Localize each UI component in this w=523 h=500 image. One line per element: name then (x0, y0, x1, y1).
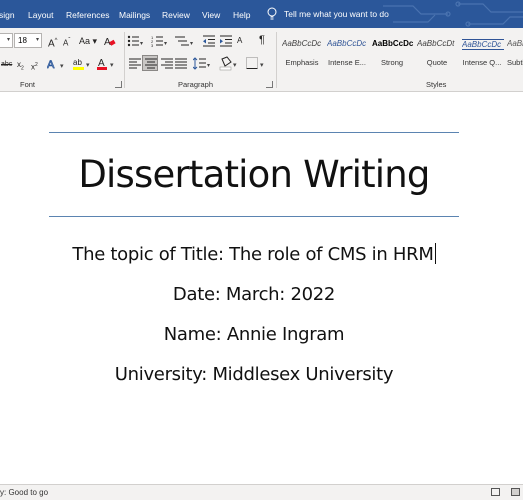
style-emphasis[interactable]: AaBbCcDc Emphasis (280, 31, 324, 77)
paragraph-group-label: Paragraph (178, 80, 214, 89)
font-name-dropdown[interactable]: ▾ (0, 33, 13, 48)
tab-review[interactable]: Review (162, 10, 190, 20)
justify-icon[interactable] (175, 58, 187, 69)
sort-icon[interactable]: A (237, 35, 242, 47)
chevron-down-icon: ▾ (35, 37, 39, 43)
tab-view[interactable]: View (202, 10, 220, 20)
svg-text:▾: ▾ (140, 41, 143, 47)
circuit-pattern-icon (383, 1, 523, 27)
font-size-value: 18 (18, 36, 27, 45)
tab-mailings[interactable]: Mailings (119, 10, 150, 20)
svg-text:A: A (47, 59, 55, 71)
topic-line-text: The topic of Title: The role of CMS in H… (72, 244, 434, 265)
ribbon-tab-bar: sign Layout References Mailings Review V… (0, 0, 523, 28)
svg-text:▾: ▾ (260, 62, 264, 69)
decrease-indent-icon[interactable] (203, 35, 216, 47)
increase-indent-icon[interactable] (220, 35, 233, 47)
font-group-label: Font (20, 80, 36, 89)
superscript-icon[interactable]: x2 (31, 59, 38, 74)
title-bottom-border (49, 216, 459, 217)
lightbulb-icon (267, 7, 277, 20)
font-dialog-launcher[interactable] (115, 81, 122, 88)
svg-text:▾: ▾ (164, 41, 167, 47)
paragraph-dialog-launcher[interactable] (266, 81, 273, 88)
align-center-button[interactable] (142, 55, 158, 71)
topic-line[interactable]: The topic of Title: The role of CMS in H… (49, 243, 459, 265)
style-strong[interactable]: AaBbCcDc Strong (370, 31, 414, 77)
svg-text:▾: ▾ (110, 62, 114, 69)
svg-text:▾: ▾ (207, 63, 210, 69)
style-intense-emphasis[interactable]: AaBbCcDc Intense E... (325, 31, 369, 77)
group-divider (124, 32, 125, 88)
svg-text:▾: ▾ (60, 63, 64, 70)
numbering-icon[interactable]: 123 ▾ (151, 35, 169, 47)
text-effects-icon[interactable]: A ▾ (47, 57, 69, 71)
style-name: Strong (380, 58, 404, 67)
styles-gallery: AaBbCcDc Emphasis AaBbCcDc Intense E... … (280, 31, 523, 77)
svg-text:▾: ▾ (190, 41, 193, 47)
multilevel-list-icon[interactable]: ▾ (175, 35, 195, 47)
font-size-dropdown[interactable]: 18 ▾ (14, 33, 42, 48)
tab-layout[interactable]: Layout (28, 10, 54, 20)
style-name: Emphasis (285, 58, 319, 67)
style-sample: AaBb (507, 39, 523, 48)
styles-group-label: Styles (426, 80, 447, 89)
align-right-icon[interactable] (161, 58, 173, 69)
status-bar: y: Good to go (0, 484, 523, 500)
change-case-icon[interactable]: Aa ▾ (79, 35, 97, 47)
line-spacing-icon[interactable]: ▾ (193, 57, 213, 70)
borders-icon[interactable]: ▾ (246, 57, 268, 70)
style-sample: AaBbCcDc (327, 39, 367, 48)
svg-text:3: 3 (151, 43, 154, 47)
style-quote[interactable]: AaBbCcDt Quote (415, 31, 459, 77)
group-divider (276, 32, 277, 88)
style-name: Quote (426, 58, 448, 67)
style-name: Intense Q... (462, 58, 502, 67)
title-top-border (49, 132, 459, 133)
tab-references[interactable]: References (66, 10, 109, 20)
university-line[interactable]: University: Middlesex University (49, 364, 459, 385)
svg-text:▾: ▾ (233, 62, 237, 69)
font-color-icon[interactable]: A ▾ (96, 56, 118, 71)
date-line[interactable]: Date: March: 2022 (49, 284, 459, 305)
grow-font-icon[interactable]: A^ (48, 35, 58, 50)
ribbon-home: ▾ 18 ▾ A^ Aˇ Aa ▾ A abc x2 x2 A ▾ ab ▾ A… (0, 28, 523, 92)
style-name: Intense E... (328, 58, 366, 67)
clear-formatting-icon[interactable]: A (104, 35, 116, 47)
tab-design[interactable]: sign (0, 10, 15, 20)
highlight-color-icon[interactable]: ab ▾ (72, 56, 94, 71)
style-sample: AaBbCcDc (372, 39, 414, 48)
read-mode-icon[interactable] (491, 488, 500, 496)
show-formatting-icon[interactable]: ¶ (259, 34, 265, 46)
text-cursor (434, 243, 436, 264)
style-intense-quote[interactable]: AaBbCcDc Intense Q... (460, 31, 504, 77)
document-page[interactable]: Dissertation Writing The topic of Title:… (0, 93, 523, 484)
style-sample: AaBbCcDt (417, 39, 455, 48)
name-line[interactable]: Name: Annie Ingram (49, 324, 459, 345)
style-name: Subtl (507, 58, 523, 67)
style-sample: AaBbCcDc (462, 39, 504, 50)
accessibility-status[interactable]: y: Good to go (0, 488, 48, 497)
align-left-icon[interactable] (129, 58, 141, 69)
shrink-font-icon[interactable]: Aˇ (63, 35, 70, 50)
style-sample: AaBbCcDc (282, 39, 322, 48)
strikethrough-icon[interactable]: abc (1, 59, 12, 71)
svg-text:ab: ab (73, 58, 82, 67)
align-center-icon (145, 58, 157, 69)
svg-text:▾: ▾ (86, 62, 90, 69)
document-title[interactable]: Dissertation Writing (49, 153, 459, 196)
tell-me-search[interactable]: Tell me what you want to do (266, 7, 389, 21)
print-layout-icon[interactable] (511, 488, 520, 496)
shading-icon[interactable]: ▾ (219, 56, 241, 71)
subscript-icon[interactable]: x2 (17, 59, 24, 75)
tab-help[interactable]: Help (233, 10, 250, 20)
bullets-icon[interactable]: ▾ (127, 35, 145, 47)
style-subtle[interactable]: AaBb Subtl (505, 31, 523, 77)
